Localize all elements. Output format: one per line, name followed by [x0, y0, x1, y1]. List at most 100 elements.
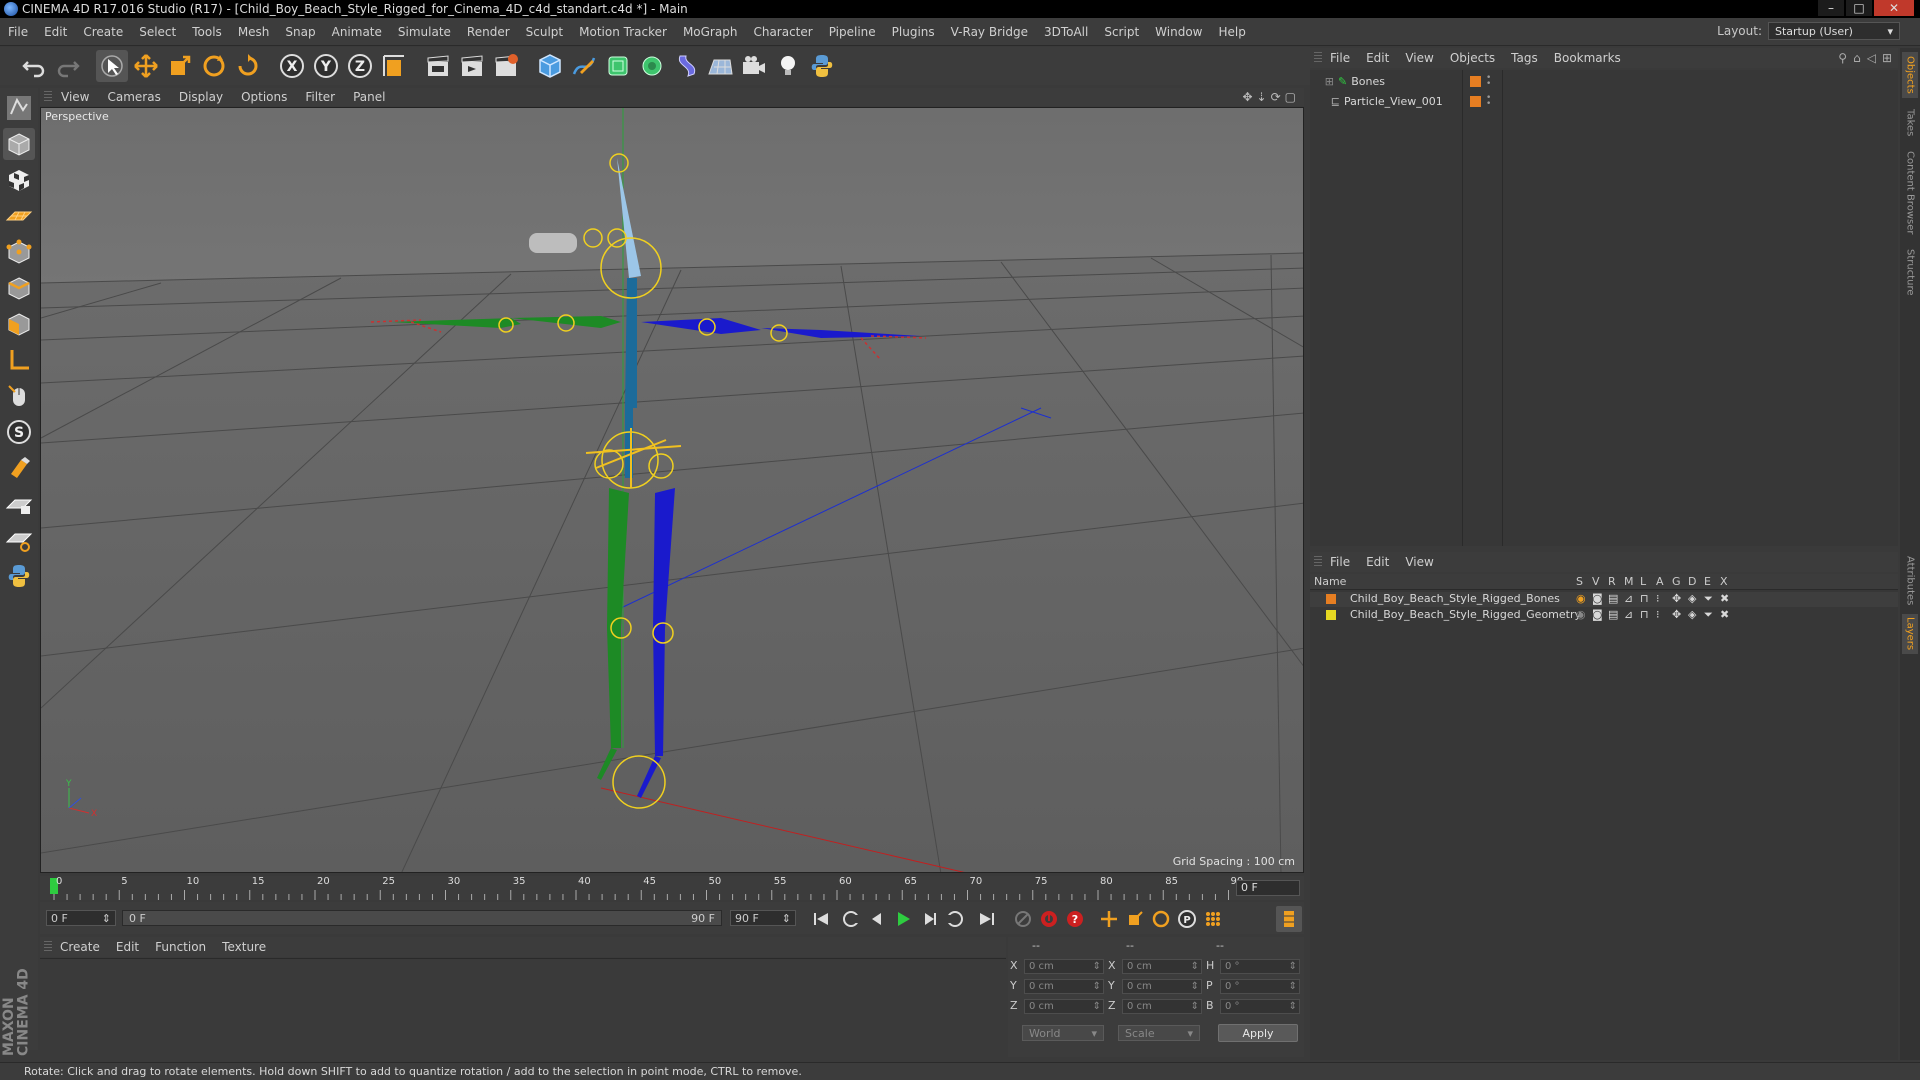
deformer-icon[interactable]: ◈ [1688, 608, 1696, 621]
solo-toggle-icon[interactable]: ◉ [1576, 592, 1586, 605]
name-column-header[interactable]: Name [1314, 575, 1346, 588]
polygons-mode-button[interactable] [3, 308, 35, 340]
new-view-icon[interactable]: ⊞ [1882, 51, 1892, 65]
vp-menu-view[interactable]: View [52, 90, 98, 104]
scale-button[interactable] [164, 50, 196, 82]
rot-b-field[interactable]: 0 ° ⇕ [1220, 999, 1300, 1014]
obj-menu-objects[interactable]: Objects [1442, 51, 1503, 65]
layer-color-swatch[interactable] [1470, 75, 1481, 87]
vp-menu-cameras[interactable]: Cameras [98, 90, 169, 104]
next-frame-button[interactable] [916, 906, 942, 932]
object-row-particle-view[interactable]: ⊑ Particle_View_001 • • [1310, 92, 1898, 110]
cloner-button[interactable] [636, 50, 668, 82]
perspective-viewport[interactable]: Y X Perspective Grid Spacing : 100 cm [40, 107, 1304, 873]
menu-mograph[interactable]: MoGraph [675, 25, 746, 39]
record-position-button[interactable] [1010, 906, 1036, 932]
xref-icon[interactable]: ✖ [1720, 608, 1729, 621]
layer-row-geometry[interactable]: Child_Boy_Beach_Style_Rigged_Geometry ◉ … [1310, 608, 1898, 623]
pos-y-field[interactable]: 0 cm ⇕ [1024, 979, 1104, 994]
view-eye-icon[interactable]: ◙ [1592, 608, 1603, 621]
render-settings-button[interactable] [490, 50, 522, 82]
menu-tools[interactable]: Tools [184, 25, 230, 39]
previous-frame-button[interactable] [864, 906, 890, 932]
menu-create[interactable]: Create [75, 25, 131, 39]
menu-vray-bridge[interactable]: V-Ray Bridge [943, 25, 1036, 39]
col-locked[interactable]: L [1640, 575, 1646, 588]
animation-icon[interactable]: ⁝ [1656, 592, 1660, 605]
key-position-button[interactable] [1096, 906, 1122, 932]
search-icon[interactable]: ⚲ [1838, 51, 1847, 65]
expression-icon[interactable]: ⏷ [1704, 608, 1713, 622]
menu-motion-tracker[interactable]: Motion Tracker [571, 25, 675, 39]
mat-menu-function[interactable]: Function [147, 940, 214, 954]
undo-button[interactable] [18, 50, 50, 82]
menu-edit[interactable]: Edit [36, 25, 75, 39]
obj-menu-view[interactable]: View [1397, 51, 1441, 65]
menu-pipeline[interactable]: Pipeline [821, 25, 884, 39]
light-button[interactable] [772, 50, 804, 82]
menu-3dtoall[interactable]: 3DToAll [1036, 25, 1096, 39]
tab-attributes[interactable]: Attributes [1902, 552, 1918, 610]
visibility-dots-icon[interactable]: • • [1486, 94, 1491, 109]
solo-button[interactable]: S [3, 416, 35, 448]
current-frame-field[interactable]: 0 F [1236, 880, 1300, 896]
tab-layers[interactable]: Layers [1902, 614, 1918, 654]
redo-button[interactable] [52, 50, 84, 82]
col-view[interactable]: V [1592, 575, 1600, 588]
camera-button[interactable] [738, 50, 770, 82]
mat-menu-create[interactable]: Create [52, 940, 108, 954]
maximize-button[interactable]: □ [1846, 0, 1872, 16]
layer-menu-file[interactable]: File [1322, 555, 1358, 569]
col-animation[interactable]: A [1656, 575, 1664, 588]
previous-key-button[interactable] [838, 906, 864, 932]
menu-mesh[interactable]: Mesh [230, 25, 278, 39]
menu-simulate[interactable]: Simulate [390, 25, 459, 39]
expression-icon[interactable]: ⏷ [1704, 592, 1713, 606]
generator-icon[interactable]: ✥ [1672, 608, 1681, 621]
orbit-icon[interactable]: ⟳ [1271, 90, 1281, 104]
make-editable-button[interactable] [3, 92, 35, 124]
rot-h-field[interactable]: 0 ° ⇕ [1220, 959, 1300, 974]
play-button[interactable] [890, 906, 916, 932]
x-axis-button[interactable]: X [276, 50, 308, 82]
minimize-button[interactable]: – [1818, 0, 1844, 16]
deformer-icon[interactable]: ◈ [1688, 592, 1696, 605]
expand-toggle-icon[interactable]: ⊞ [1310, 75, 1334, 88]
apply-button[interactable]: Apply [1218, 1024, 1298, 1042]
render-clapboard-icon[interactable]: ▤ [1608, 592, 1618, 605]
frame-range-slider[interactable]: 0 F 90 F [122, 910, 722, 926]
texture-mode-button[interactable] [3, 164, 35, 196]
points-mode-button[interactable] [3, 236, 35, 268]
menu-sculpt[interactable]: Sculpt [518, 25, 571, 39]
vp-menu-display[interactable]: Display [170, 90, 232, 104]
recent-tools-button[interactable] [232, 50, 264, 82]
cube-object-button[interactable] [534, 50, 566, 82]
layer-menu-edit[interactable]: Edit [1358, 555, 1397, 569]
start-frame-field[interactable]: 0 F ⇕ [46, 910, 116, 926]
material-list-area[interactable] [40, 958, 1006, 1058]
render-clapboard-icon[interactable]: ▤ [1608, 608, 1618, 621]
menu-character[interactable]: Character [745, 25, 820, 39]
floor-button[interactable] [704, 50, 736, 82]
python-button[interactable] [806, 50, 838, 82]
coordinate-system-button[interactable] [378, 50, 410, 82]
snapping-button[interactable] [3, 452, 35, 484]
key-pla-button[interactable] [1200, 906, 1226, 932]
autokeying-button[interactable]: ? [1062, 906, 1088, 932]
key-rotation-button[interactable] [1148, 906, 1174, 932]
view-eye-icon[interactable]: ◙ [1592, 592, 1603, 605]
lock-icon[interactable]: ⊓ [1640, 608, 1649, 621]
menu-script[interactable]: Script [1096, 25, 1147, 39]
obj-menu-edit[interactable]: Edit [1358, 51, 1397, 65]
dolly-icon[interactable]: ⇣ [1257, 90, 1267, 104]
home-icon[interactable]: ⌂ [1853, 51, 1861, 65]
y-axis-button[interactable]: Y [310, 50, 342, 82]
object-row-bones[interactable]: ⊞ ✎ Bones • • [1310, 72, 1898, 90]
col-solo[interactable]: S [1576, 575, 1583, 588]
obj-menu-bookmarks[interactable]: Bookmarks [1546, 51, 1629, 65]
live-selection-button[interactable] [96, 50, 128, 82]
subdivision-surface-button[interactable] [602, 50, 634, 82]
z-axis-button[interactable]: Z [344, 50, 376, 82]
render-view-button[interactable] [422, 50, 454, 82]
enable-axis-button[interactable] [3, 344, 35, 376]
